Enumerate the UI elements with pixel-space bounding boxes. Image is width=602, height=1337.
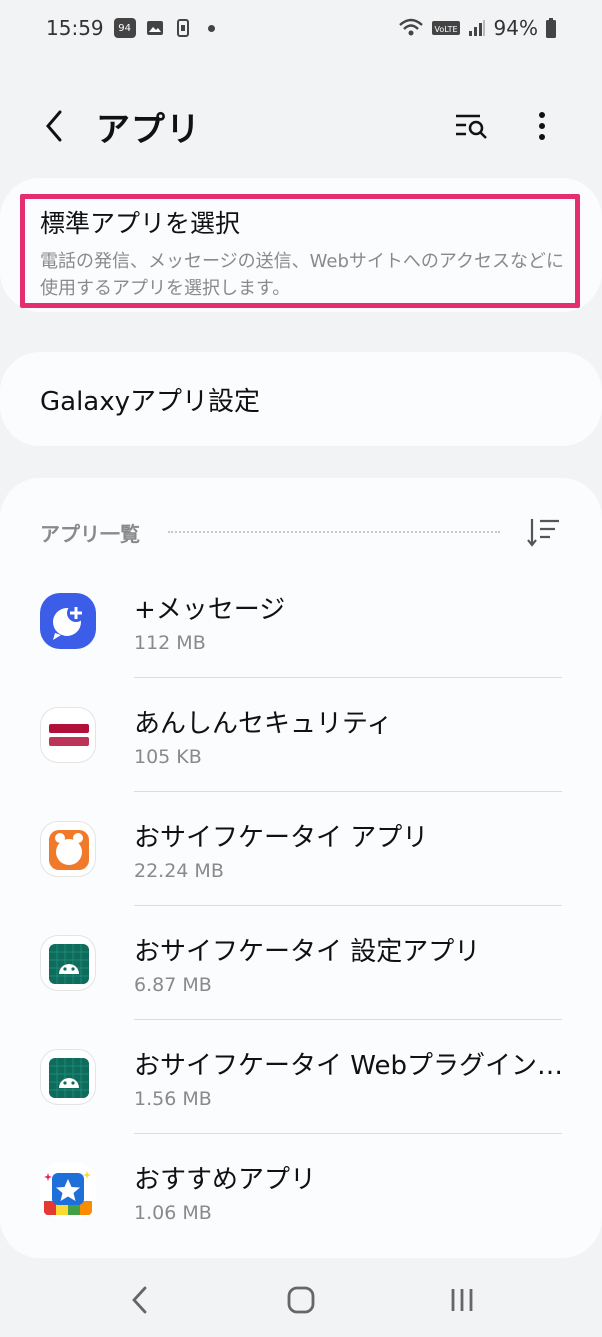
galaxy-app-settings-label: Galaxyアプリ設定 (40, 386, 261, 417)
default-apps-card[interactable]: 標準アプリを選択 電話の発信、メッセージの送信、Webサイトへのアクセスなどに使… (0, 178, 602, 312)
android-icon (40, 1049, 96, 1105)
app-size: 112 MB (134, 631, 206, 654)
status-bar: 15:59 94 VoLTE 94% (0, 0, 602, 56)
battery-percent: 94% (493, 16, 538, 40)
page-title: アプリ (96, 109, 201, 150)
chevron-left-icon (46, 110, 62, 142)
screenshot-icon (176, 19, 189, 37)
app-size: 1.06 MB (134, 1201, 212, 1224)
app-row-plus-message[interactable]: +メッセージ 112 MB (40, 564, 562, 678)
app-row-osaifu-keitai-web-plugin[interactable]: おサイフケータイ Webプラグイン… 1.56 MB (40, 1020, 563, 1134)
app-list-header: アプリ一覧 (40, 514, 562, 550)
nav-back-icon (132, 1286, 147, 1313)
osaifu-keitai-icon (40, 821, 96, 877)
app-row-anshin-security[interactable]: あんしんセキュリティ 105 KB (40, 678, 562, 792)
app-bar: アプリ (0, 86, 602, 166)
plus-message-icon (40, 593, 96, 649)
sort-button[interactable] (526, 514, 562, 550)
nav-recents-button[interactable] (432, 1270, 492, 1330)
nav-home-button[interactable] (271, 1270, 331, 1330)
android-icon (40, 935, 96, 991)
app-name: おサイフケータイ 設定アプリ (134, 936, 481, 967)
app-size: 6.87 MB (134, 973, 212, 996)
more-vertical-icon (539, 112, 545, 140)
list-search-icon (456, 114, 487, 139)
back-button[interactable] (40, 106, 68, 146)
galaxy-app-settings-card[interactable]: Galaxyアプリ設定 (0, 352, 602, 446)
app-name: おすすめアプリ (134, 1164, 317, 1195)
divider (168, 531, 500, 533)
nav-home-icon (287, 1286, 315, 1313)
app-name: あんしんセキュリティ (134, 708, 393, 739)
notification-badge-icon: 94 (113, 18, 136, 38)
highlight-frame (20, 194, 580, 308)
svg-text:VoLTE: VoLTE (434, 25, 457, 34)
sort-icon (527, 519, 559, 547)
app-name: +メッセージ (134, 594, 286, 625)
app-list-label: アプリ一覧 (40, 521, 140, 546)
more-notifications-icon (207, 24, 215, 32)
app-size: 1.56 MB (134, 1087, 212, 1110)
search-list-button[interactable] (452, 106, 492, 146)
recommended-apps-icon (40, 1163, 96, 1219)
volte-icon: VoLTE (431, 21, 460, 35)
app-list-card: アプリ一覧 +メッセージ 112 MB あんしんセキュリティ 105 KB おサ… (0, 478, 602, 1258)
status-time: 15:59 (46, 16, 104, 40)
more-options-button[interactable] (522, 106, 562, 146)
wifi-icon (398, 18, 423, 36)
nav-recents-icon (451, 1288, 473, 1311)
app-name: おサイフケータイ Webプラグイン… (134, 1050, 563, 1081)
battery-icon (546, 18, 556, 38)
app-name: おサイフケータイ アプリ (134, 822, 429, 853)
navigation-bar (0, 1262, 602, 1337)
gallery-icon (146, 21, 163, 35)
app-row-recommended-apps[interactable]: おすすめアプリ 1.06 MB (40, 1134, 562, 1248)
app-row-osaifu-keitai-settings[interactable]: おサイフケータイ 設定アプリ 6.87 MB (40, 906, 562, 1020)
anshin-security-icon (40, 707, 96, 763)
app-size: 22.24 MB (134, 859, 224, 882)
signal-icon (468, 20, 485, 36)
app-size: 105 KB (134, 745, 202, 768)
nav-back-button[interactable] (110, 1270, 170, 1330)
app-row-osaifu-keitai[interactable]: おサイフケータイ アプリ 22.24 MB (40, 792, 562, 906)
